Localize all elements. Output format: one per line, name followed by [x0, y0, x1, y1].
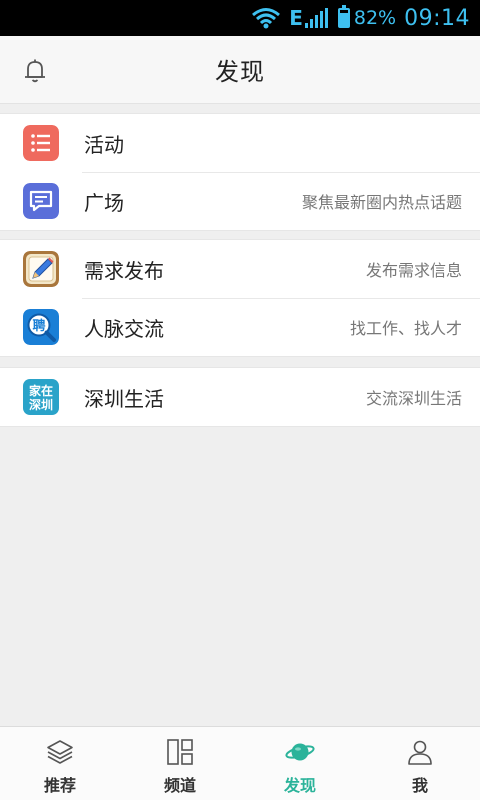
menu-item-label: 广场	[84, 190, 124, 215]
tab-discover[interactable]: 发现	[240, 727, 360, 800]
battery-fill	[339, 12, 348, 26]
menu-item-shenzhen-life[interactable]: 家在 深圳 深圳生活 交流深圳生活	[0, 368, 480, 426]
bell-icon[interactable]	[20, 56, 50, 86]
clock: 09:14	[404, 5, 470, 31]
tab-label: 我	[411, 776, 428, 795]
tab-label: 推荐	[43, 776, 76, 795]
signal-icon	[304, 8, 328, 28]
planet-icon	[285, 743, 315, 761]
network-type: E	[289, 6, 303, 30]
menu-group-3: 家在 深圳 深圳生活 交流深圳生活	[0, 367, 480, 427]
menu-group-1: 活动 广场 聚焦最新圈内热点话题	[0, 113, 480, 231]
title-bar: 发现	[0, 36, 480, 104]
menu-item-networking[interactable]: 聘 人脉交流 找工作、找人才	[0, 298, 480, 356]
shenzhen-life-icon: 家在 深圳	[23, 379, 59, 415]
menu-item-activity[interactable]: 活动	[0, 114, 480, 172]
menu-item-demand-publish[interactable]: 需求发布 发布需求信息	[0, 240, 480, 298]
tab-channel[interactable]: 频道	[120, 727, 240, 800]
activity-list-icon	[23, 125, 59, 161]
chat-bubble-icon	[23, 183, 59, 219]
battery-icon	[337, 5, 350, 28]
layers-icon	[47, 740, 73, 764]
icon-text-bottom: 深圳	[29, 397, 53, 412]
menu-item-desc: 聚焦最新圈内热点话题	[301, 193, 462, 212]
channel-grid-icon	[167, 739, 193, 765]
bottom-tabbar: 推荐 频道 发现 我	[0, 726, 480, 800]
menu-item-desc: 找工作、找人才	[349, 319, 462, 338]
menu-item-label: 活动	[84, 132, 124, 157]
recruit-search-icon: 聘	[23, 309, 59, 345]
menu-item-square[interactable]: 广场 聚焦最新圈内热点话题	[0, 172, 480, 230]
menu-item-desc: 交流深圳生活	[365, 389, 462, 408]
tab-me[interactable]: 我	[360, 727, 480, 800]
svg-text:聘: 聘	[32, 318, 45, 334]
tab-label: 频道	[163, 776, 196, 795]
tab-label: 发现	[283, 776, 316, 795]
menu-item-label: 深圳生活	[84, 386, 164, 411]
user-icon	[408, 740, 432, 765]
pencil-notepad-icon	[23, 251, 59, 287]
icon-text-top: 家在	[29, 383, 53, 398]
battery-percent: 82%	[353, 7, 397, 29]
page-title: 发现	[215, 58, 265, 86]
menu-item-desc: 发布需求信息	[365, 261, 462, 280]
status-bar: E 82% 09:14	[0, 0, 480, 36]
menu-group-2: 需求发布 发布需求信息 聘 人脉交流 找工作、找人才	[0, 239, 480, 357]
tab-recommend[interactable]: 推荐	[0, 727, 120, 800]
wifi-icon	[251, 7, 281, 29]
menu-item-label: 需求发布	[84, 258, 164, 283]
menu-item-label: 人脉交流	[84, 316, 164, 341]
